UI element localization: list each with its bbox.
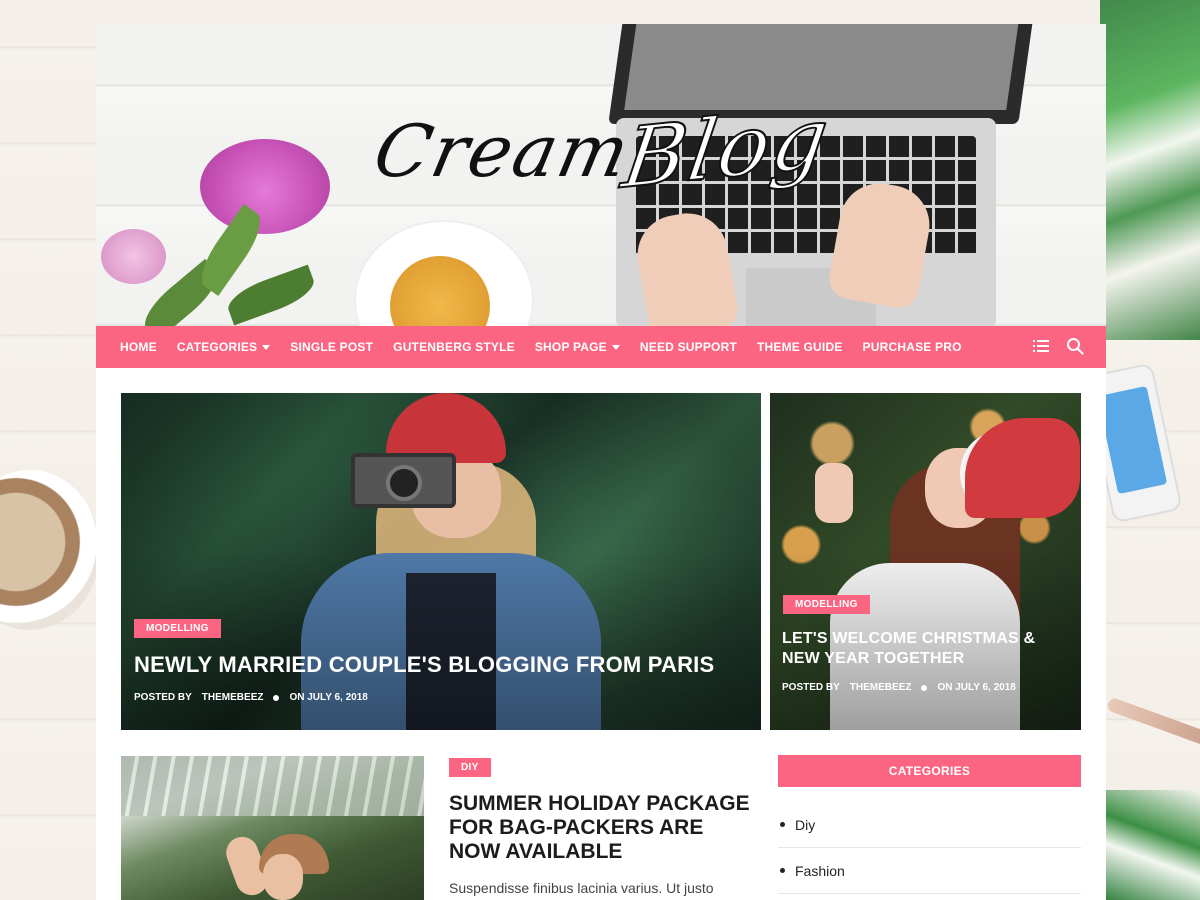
category-tag[interactable]: DIY [449, 758, 491, 777]
image-overlay [121, 550, 761, 730]
nav-label: SHOP PAGE [534, 340, 607, 354]
background-leaves-image [1100, 0, 1200, 340]
post-date[interactable]: ON JULY 6, 2018 [937, 682, 1015, 693]
nav-icon-group [1032, 337, 1084, 355]
peony-flower-image [200, 139, 330, 234]
post-meta: POSTED BY THEMEBEEZ ON JULY 6, 2018 [782, 682, 1016, 693]
background-leaves-image [1100, 790, 1200, 900]
featured-post-large[interactable]: MODELLING NEWLY MARRIED COUPLE'S BLOGGIN… [121, 393, 761, 730]
post-thumbnail[interactable] [121, 756, 424, 900]
nav-label: THEME GUIDE [756, 340, 843, 354]
site-logo[interactable]: Cream Blog [367, 88, 856, 269]
author-link[interactable]: THEMEBEEZ [850, 682, 912, 693]
santa-hat-image [965, 418, 1080, 518]
nav-label: PURCHASE PRO [862, 340, 962, 354]
background-coffee-cup-image [0, 470, 100, 630]
main-navigation: HOME CATEGORIES SINGLE POST GUTENBERG ST… [96, 326, 1106, 368]
post-date[interactable]: ON JULY 6, 2018 [289, 692, 367, 703]
nav-item-single-post[interactable]: SINGLE POST [290, 340, 373, 354]
nav-label: SINGLE POST [290, 340, 374, 354]
nav-item-gutenberg-style[interactable]: GUTENBERG STYLE [393, 340, 515, 354]
nav-item-home[interactable]: HOME [120, 340, 157, 354]
categories-list: Diy Fashion [778, 802, 1081, 894]
background-pen-image [1105, 696, 1200, 748]
category-label: Diy [795, 816, 816, 833]
category-label: Fashion [795, 862, 845, 879]
featured-post-title[interactable]: NEWLY MARRIED COUPLE'S BLOGGING FROM PAR… [134, 652, 754, 678]
posted-by-label: POSTED BY [782, 682, 840, 693]
search-icon[interactable] [1066, 337, 1084, 355]
flower-bud-image [101, 229, 166, 284]
nav-item-purchase-pro[interactable]: PURCHASE PRO [863, 340, 962, 354]
separator-dot [921, 684, 928, 691]
logo-text-blog: Blog [616, 88, 837, 208]
nav-label: GUTENBERG STYLE [393, 340, 515, 354]
logo-text-cream: Cream [367, 109, 639, 193]
page-container: Cream Blog HOME CATEGORIES SINGLE POST G… [96, 24, 1106, 900]
posted-by-label: POSTED BY [134, 692, 192, 703]
leaf-image [223, 264, 319, 326]
separator-dot [273, 694, 280, 701]
thumbs-up-image [815, 463, 853, 523]
menu-list-icon[interactable] [1032, 337, 1050, 355]
nav-label: HOME [120, 340, 157, 354]
nav-label: NEED SUPPORT [639, 340, 737, 354]
caret-down-icon [262, 344, 271, 350]
featured-post-small[interactable]: MODELLING LET'S WELCOME CHRISTMAS & NEW … [770, 393, 1081, 730]
bullet-icon [780, 868, 785, 873]
bullet-icon [780, 822, 785, 827]
category-item-diy[interactable]: Diy [778, 802, 1081, 848]
category-tag[interactable]: MODELLING [783, 595, 870, 614]
post-meta: POSTED BY THEMEBEEZ ON JULY 6, 2018 [134, 692, 368, 703]
nav-item-shop-page[interactable]: SHOP PAGE [535, 340, 620, 354]
category-item-fashion[interactable]: Fashion [778, 848, 1081, 894]
nav-item-theme-guide[interactable]: THEME GUIDE [757, 340, 843, 354]
post-excerpt: Suspendisse finibus lacinia varius. Ut j… [449, 880, 714, 896]
category-tag[interactable]: MODELLING [134, 619, 221, 638]
featured-post-title[interactable]: LET'S WELCOME CHRISTMAS & NEW YEAR TOGET… [782, 629, 1072, 669]
post-title[interactable]: SUMMER HOLIDAY PACKAGE FOR BAG-PACKERS A… [449, 792, 759, 864]
caret-down-icon [611, 344, 620, 350]
author-link[interactable]: THEMEBEEZ [202, 692, 264, 703]
nav-item-need-support[interactable]: NEED SUPPORT [640, 340, 737, 354]
nav-label: CATEGORIES [176, 340, 258, 354]
nav-item-categories[interactable]: CATEGORIES [176, 340, 271, 354]
header-banner: Cream Blog [96, 24, 1106, 326]
categories-widget-title: CATEGORIES [778, 755, 1081, 787]
camera-lens-image [386, 465, 422, 501]
